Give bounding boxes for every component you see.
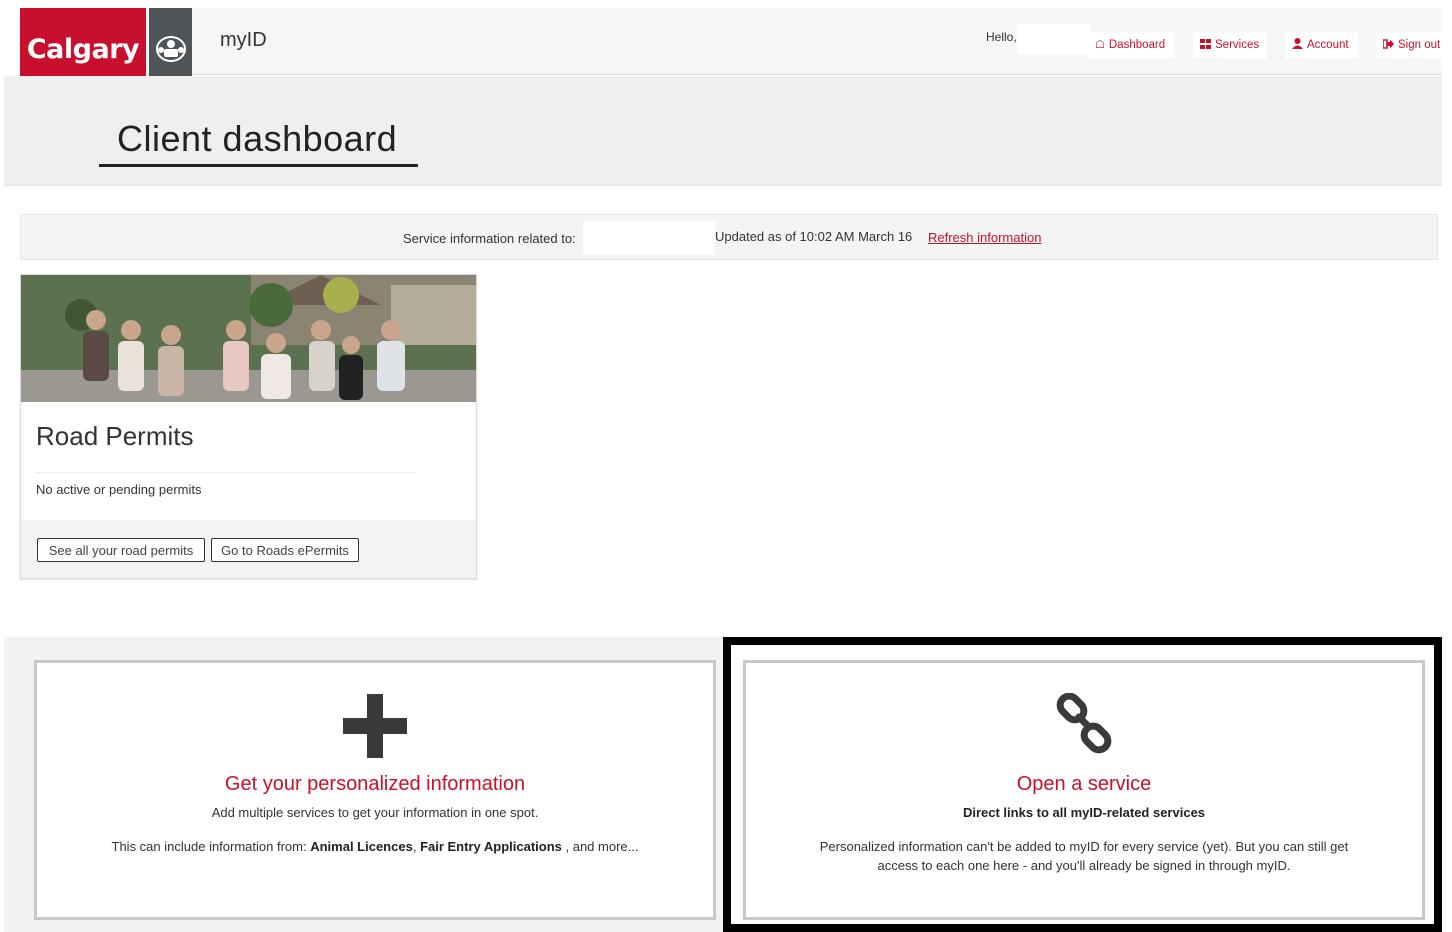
road-permits-card: Road Permits No active or pending permit… [20, 274, 477, 579]
open-service-subtitle: Direct links to all myID-related service… [962, 805, 1206, 820]
sign-out-icon [1382, 38, 1394, 52]
nav-account[interactable]: Account [1285, 32, 1358, 58]
refresh-information-link[interactable]: Refresh information [928, 230, 1041, 245]
personalized-subtitle: Add multiple services to get your inform… [211, 805, 539, 820]
go-to-roads-epermits-button[interactable]: Go to Roads ePermits [211, 538, 359, 562]
site-header: Calgary myID Hello, ☖ Dashboard Services… [20, 8, 1442, 90]
logo-text: Calgary [26, 33, 140, 65]
personalized-heading: Get your personalized information [224, 773, 526, 795]
nav-services[interactable]: Services [1193, 32, 1267, 58]
greeting: Hello, [986, 30, 1017, 44]
fair-entry-text: Fair Entry Applications [420, 839, 562, 854]
personalized-info-tile[interactable]: Get your personalized information Add mu… [34, 660, 716, 920]
see-all-road-permits-button[interactable]: See all your road permits [37, 538, 205, 562]
grid-icon [1200, 38, 1211, 52]
card-footer: See all your road permits Go to Roads eP… [21, 520, 476, 578]
permits-status: No active or pending permits [36, 482, 202, 497]
open-service-description: Personalized information can't be added … [819, 839, 1349, 873]
nav-dashboard[interactable]: ☖ Dashboard [1088, 32, 1174, 58]
user-icon [1292, 38, 1303, 52]
page-title: Client dashboard [117, 118, 398, 159]
service-info-label: Service information related to: [403, 231, 576, 246]
animal-licences-text: Animal Licences [310, 839, 413, 854]
personalized-description: This can include information from: Anima… [111, 839, 639, 854]
nav-sign-out[interactable]: Sign out [1376, 32, 1442, 58]
card-divider [36, 472, 416, 473]
open-service-heading: Open a service [1016, 773, 1152, 795]
service-info-bar: Service information related to: Updated … [20, 214, 1438, 260]
title-underline [99, 164, 418, 167]
road-permits-photo [21, 275, 476, 402]
app-name: myID [220, 29, 267, 51]
road-permits-title: Road Permits [36, 421, 194, 451]
link-icon [1053, 692, 1115, 755]
plus-icon [343, 694, 407, 758]
home-icon: ☖ [1095, 38, 1105, 51]
title-band: Client dashboard [4, 76, 1442, 186]
service-account-redacted [583, 221, 715, 255]
updated-timestamp: Updated as of 10:02 AM March 16 [715, 229, 913, 244]
open-service-tile[interactable]: Open a service Direct links to all myID-… [743, 660, 1425, 920]
user-name-redacted [1017, 24, 1091, 54]
